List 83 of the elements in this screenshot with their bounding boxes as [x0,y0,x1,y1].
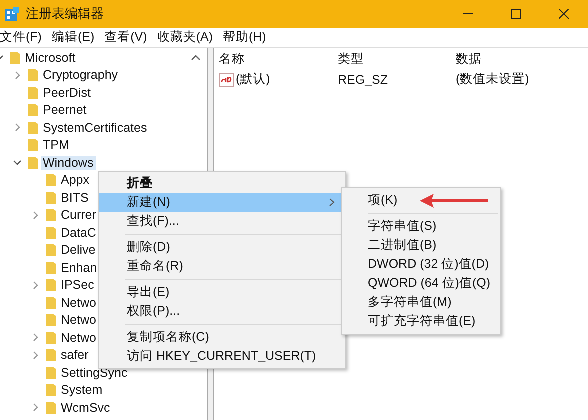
folder-icon [27,86,39,100]
tree-item[interactable]: Netwo [61,313,96,328]
tree-item[interactable]: DataC [61,226,96,240]
registry-editor-icon [4,6,20,22]
folder-icon [45,190,57,205]
folder-icon [45,400,57,415]
tree-item[interactable]: SystemCertificates [43,120,148,135]
folder-icon [45,348,57,362]
context-menu-item[interactable]: 复制项名称(C) [99,328,345,347]
annotation-arrow [420,194,488,208]
folder-icon [27,156,39,170]
chevron-right-icon[interactable] [30,350,40,360]
context-menu-item[interactable]: 重命名(R) [99,257,345,276]
submenu-item[interactable]: QWORD (64 位)值(Q) [342,274,500,293]
tree-item[interactable]: PeerDist [43,86,91,100]
chevron-right-icon[interactable] [12,70,22,80]
value-data: (数值未设置) [456,71,530,88]
tree-item[interactable]: Delive [61,243,96,258]
tree-item[interactable]: SettingSync [61,366,128,380]
folder-icon [27,120,39,135]
context-menu-item[interactable]: 权限(P)... [99,302,345,321]
chevron-right-icon[interactable] [30,403,40,412]
chevron-right-icon[interactable] [12,123,22,132]
tree-item[interactable]: Currer [61,208,96,222]
tree-item[interactable]: safer [61,348,89,362]
folder-icon [27,138,39,152]
context-menu-item[interactable]: 查找(F)... [99,212,345,231]
column-header[interactable]: 类型 [338,50,456,68]
tree-item[interactable]: IPSec [61,278,94,292]
column-header[interactable]: 名称 [219,50,338,68]
window-title: 注册表编辑器 [26,5,104,23]
menu-bar-item[interactable]: 查看(V) [104,29,148,46]
menu-bar-item[interactable]: 帮助(H) [222,29,266,46]
context-menu-item[interactable]: 访问 HKEY_CURRENT_USER(T) [99,347,345,366]
folder-icon [45,366,57,380]
folder-icon [45,313,57,328]
tree-item[interactable]: Netwo [61,296,96,310]
menu-bar-item[interactable]: 编辑(E) [52,29,95,46]
scroll-up-icon[interactable] [191,54,201,61]
maximize-icon [511,9,521,19]
menu-bar-item[interactable]: 收藏夹(A) [157,29,213,46]
folder-icon [45,330,57,345]
chevron-down-icon[interactable] [12,158,22,168]
tree-item[interactable]: WcmSvc [61,400,110,415]
chevron-right-icon[interactable] [30,210,40,220]
tree-item[interactable]: Enhan [61,260,98,275]
folder-icon [45,296,57,310]
folder-icon [45,243,57,258]
value-type: REG_SZ [338,72,390,86]
string-value-icon [219,72,234,86]
context-menu-item[interactable]: 折叠 [99,174,345,193]
tree-item[interactable]: Microsoft [25,50,76,65]
tree-item[interactable]: BITS [61,190,89,205]
folder-icon [9,50,21,65]
folder-icon [45,278,57,292]
submenu-item[interactable]: 字符串值(S) [342,217,500,236]
folder-icon [27,103,39,118]
tree-item[interactable]: System [61,383,103,398]
submenu-item[interactable]: 多字符串值(M) [342,293,500,312]
submenu-item[interactable]: 可扩充字符串值(E) [342,312,500,331]
chevron-right-icon[interactable] [30,280,40,290]
tree-item[interactable]: Netwo [61,330,96,345]
submenu-item[interactable]: 二进制值(B) [342,236,500,255]
folder-icon [45,208,57,222]
chevron-right-icon[interactable] [30,333,40,342]
context-menu-item[interactable]: 导出(E) [99,283,345,302]
value-name[interactable]: (默认) [236,71,270,88]
folder-icon [45,173,57,188]
close-icon [559,9,569,19]
folder-icon [27,68,39,82]
folder-icon [45,226,57,240]
folder-icon [45,260,57,275]
tree-item[interactable]: Cryptography [43,68,118,82]
context-menu-item[interactable]: 删除(D) [99,238,345,257]
folder-icon [45,383,57,398]
tree-item[interactable]: TPM [43,138,70,152]
menu-bar-item[interactable]: 文件(F) [0,29,42,46]
submenu-item[interactable]: DWORD (32 位)值(D) [342,255,500,274]
submenu-item[interactable]: 项(K) [342,191,500,210]
tree-item[interactable]: Appx [61,173,90,188]
column-header[interactable]: 数据 [456,50,588,68]
tree-item[interactable]: Windows [41,156,96,170]
tree-item[interactable]: Peernet [43,103,87,118]
